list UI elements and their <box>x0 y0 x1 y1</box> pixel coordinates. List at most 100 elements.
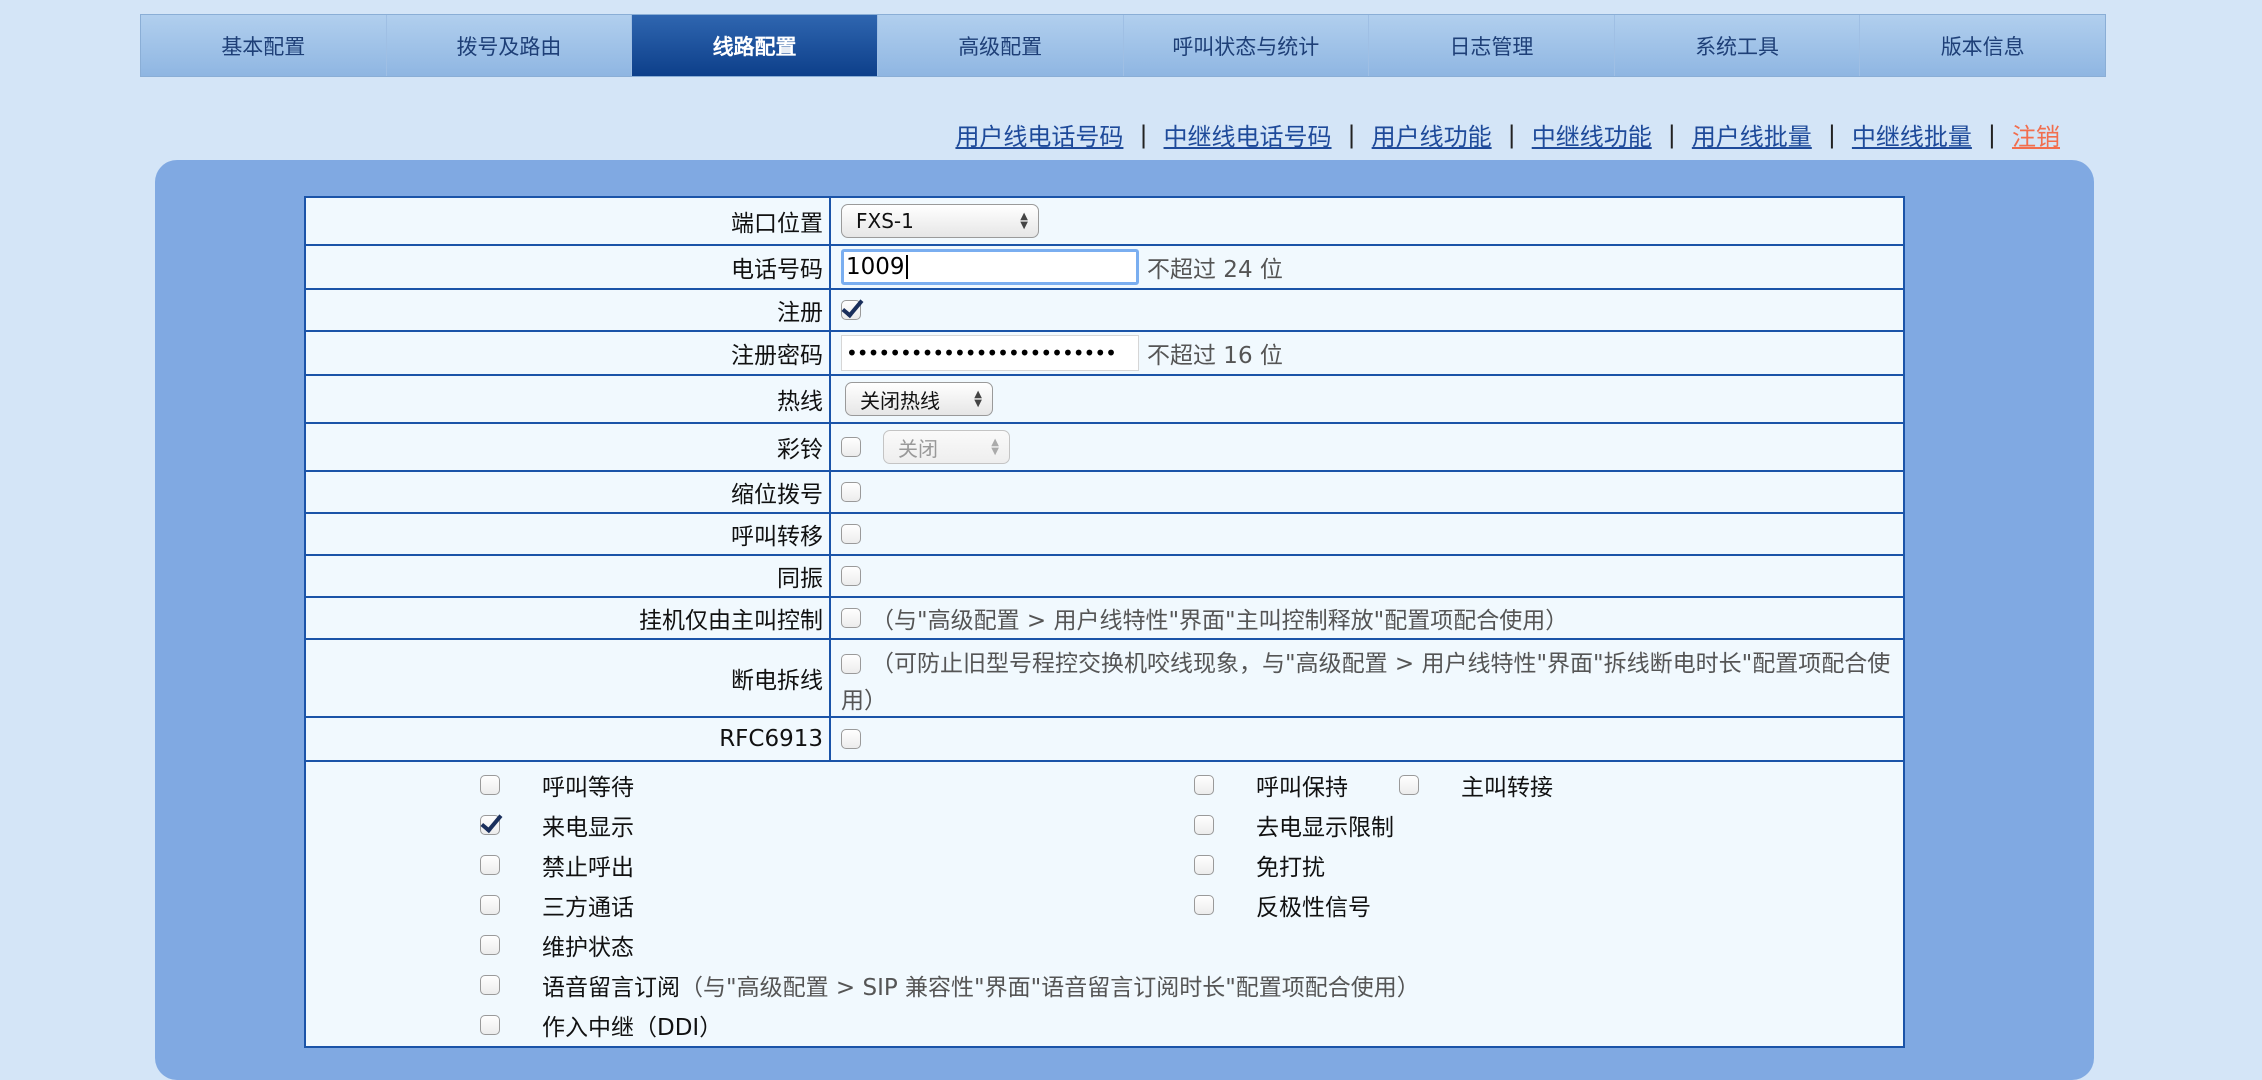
caller-id-checkbox[interactable] <box>480 815 500 835</box>
call-hold-checkbox[interactable] <box>1194 775 1214 795</box>
maintenance-label: 维护状态 <box>542 935 634 961</box>
polarity-checkbox[interactable] <box>1194 895 1214 915</box>
outgoing-id-restrict-label: 去电显示限制 <box>1256 815 1394 841</box>
link-user-line-batch[interactable]: 用户线批量 <box>1692 117 1812 152</box>
power-cut-label: 断电拆线 <box>306 640 831 716</box>
link-user-line-number[interactable]: 用户线电话号码 <box>955 117 1123 152</box>
rfc6913-checkbox[interactable] <box>841 729 861 749</box>
separator: | <box>1139 120 1148 149</box>
register-checkbox[interactable] <box>841 300 861 320</box>
outgoing-barred-checkbox[interactable] <box>480 855 500 875</box>
abbr-dial-label: 缩位拨号 <box>306 472 831 512</box>
abbr-dial-checkbox[interactable] <box>841 482 861 502</box>
feature-caller-id: 来电显示 <box>480 808 634 842</box>
form-row-call-forward: 呼叫转移 <box>306 514 1903 556</box>
top-nav: 基本配置 拨号及路由 线路配置 高级配置 呼叫状态与统计 日志管理 系统工具 版… <box>140 14 2106 77</box>
caller-id-label: 来电显示 <box>542 815 634 841</box>
link-trunk-line-batch[interactable]: 中继线批量 <box>1852 117 1972 152</box>
voicemail-sub-checkbox[interactable] <box>480 975 500 995</box>
dnd-checkbox[interactable] <box>1194 855 1214 875</box>
line-config-form: 端口位置 FXS-1 ▲ ▼ 电话号码 1009 不超过 24 位 注册 注册密… <box>304 196 1905 1048</box>
tab-log-management[interactable]: 日志管理 <box>1369 15 1615 76</box>
select-arrows-icon: ▲ ▼ <box>974 389 982 409</box>
simul-ring-label: 同振 <box>306 556 831 596</box>
tab-basic-config[interactable]: 基本配置 <box>141 15 387 76</box>
sub-navigation: 用户线电话号码 | 中继线电话号码 | 用户线功能 | 中继线功能 | 用户线批… <box>955 117 2060 152</box>
reg-password-value: ••••••••••••••••••••••••• <box>846 341 1117 365</box>
tab-line-config[interactable]: 线路配置 <box>632 15 878 76</box>
phone-label: 电话号码 <box>306 246 831 288</box>
separator: | <box>1827 120 1836 149</box>
separator: | <box>1507 120 1516 149</box>
tab-advanced-config[interactable]: 高级配置 <box>878 15 1124 76</box>
feature-ddi: 作入中继（DDI） <box>480 1008 722 1042</box>
maintenance-checkbox[interactable] <box>480 935 500 955</box>
phone-number-input[interactable]: 1009 <box>841 249 1139 285</box>
call-waiting-checkbox[interactable] <box>480 775 500 795</box>
form-row-hotline: 热线 关闭热线 ▲ ▼ <box>306 376 1903 424</box>
form-row-onhook-caller: 挂机仅由主叫控制 （与"高级配置 > 用户线特性"界面"主叫控制释放"配置项配合… <box>306 598 1903 640</box>
separator: | <box>1987 120 1996 149</box>
power-cut-checkbox[interactable] <box>841 654 861 674</box>
call-forward-checkbox[interactable] <box>841 524 861 544</box>
form-row-port: 端口位置 FXS-1 ▲ ▼ <box>306 198 1903 246</box>
simul-ring-checkbox[interactable] <box>841 566 861 586</box>
select-arrows-icon: ▲ ▼ <box>1020 211 1028 231</box>
hotline-label: 热线 <box>306 376 831 422</box>
rfc6913-label: RFC6913 <box>306 718 831 760</box>
ddi-checkbox[interactable] <box>480 1015 500 1035</box>
form-row-rfc6913: RFC6913 <box>306 718 1903 762</box>
separator: | <box>1347 120 1356 149</box>
form-row-register: 注册 <box>306 290 1903 332</box>
voicemail-sub-note: （与"高级配置 > SIP 兼容性"界面"语音留言订阅时长"配置项配合使用） <box>680 975 1420 1001</box>
port-select-value: FXS-1 <box>856 209 914 233</box>
caller-transfer-label: 主叫转接 <box>1461 775 1553 801</box>
register-label: 注册 <box>306 290 831 330</box>
feature-outgoing-barred: 禁止呼出 <box>480 848 634 882</box>
feature-maintenance: 维护状态 <box>480 928 634 962</box>
reg-password-hint: 不超过 16 位 <box>1147 343 1283 369</box>
voicemail-sub-label: 语音留言订阅 <box>542 975 680 1001</box>
ringback-checkbox[interactable] <box>841 437 861 457</box>
tab-call-status[interactable]: 呼叫状态与统计 <box>1124 15 1370 76</box>
separator: | <box>1667 120 1676 149</box>
three-way-label: 三方通话 <box>542 895 634 921</box>
text-caret <box>905 255 908 279</box>
tab-version-info[interactable]: 版本信息 <box>1860 15 2105 76</box>
form-row-power-cut: 断电拆线 （可防止旧型号程控交换机咬线现象，与"高级配置 > 用户线特性"界面"… <box>306 640 1903 718</box>
link-trunk-line-number[interactable]: 中继线电话号码 <box>1164 117 1332 152</box>
logout-link[interactable]: 注销 <box>2012 117 2060 152</box>
outgoing-barred-label: 禁止呼出 <box>542 855 634 881</box>
tab-dial-routing[interactable]: 拨号及路由 <box>387 15 633 76</box>
form-row-phone: 电话号码 1009 不超过 24 位 <box>306 246 1903 290</box>
link-trunk-line-function[interactable]: 中继线功能 <box>1532 117 1652 152</box>
link-user-line-function[interactable]: 用户线功能 <box>1372 117 1492 152</box>
polarity-label: 反极性信号 <box>1256 895 1371 921</box>
ringback-select[interactable]: 关闭 ▲ ▼ <box>883 430 1010 464</box>
port-label: 端口位置 <box>306 198 831 244</box>
feature-outgoing-id-restrict: 去电显示限制 <box>1194 808 1394 842</box>
ringback-select-value: 关闭 <box>898 436 938 461</box>
select-arrows-icon: ▲ ▼ <box>991 437 999 457</box>
feature-dnd: 免打扰 <box>1194 848 1325 882</box>
caller-transfer-checkbox[interactable] <box>1399 775 1419 795</box>
onhook-caller-checkbox[interactable] <box>841 608 861 628</box>
feature-call-waiting: 呼叫等待 <box>480 768 634 802</box>
power-cut-note: （可防止旧型号程控交换机咬线现象，与"高级配置 > 用户线特性"界面"拆线断电时… <box>841 651 1891 714</box>
form-row-abbr-dial: 缩位拨号 <box>306 472 1903 514</box>
onhook-caller-label: 挂机仅由主叫控制 <box>306 598 831 638</box>
three-way-checkbox[interactable] <box>480 895 500 915</box>
call-waiting-label: 呼叫等待 <box>542 775 634 801</box>
reg-password-label: 注册密码 <box>306 332 831 374</box>
outgoing-id-restrict-checkbox[interactable] <box>1194 815 1214 835</box>
reg-password-input[interactable]: ••••••••••••••••••••••••• <box>841 335 1139 371</box>
hotline-select[interactable]: 关闭热线 ▲ ▼ <box>845 382 993 416</box>
form-row-simul-ring: 同振 <box>306 556 1903 598</box>
tab-system-tools[interactable]: 系统工具 <box>1615 15 1861 76</box>
feature-caller-transfer: 主叫转接 <box>1399 768 1553 802</box>
phone-hint: 不超过 24 位 <box>1147 257 1283 283</box>
feature-polarity: 反极性信号 <box>1194 888 1371 922</box>
feature-call-hold: 呼叫保持 <box>1194 768 1348 802</box>
port-select[interactable]: FXS-1 ▲ ▼ <box>841 204 1039 238</box>
form-row-reg-password: 注册密码 ••••••••••••••••••••••••• 不超过 16 位 <box>306 332 1903 376</box>
